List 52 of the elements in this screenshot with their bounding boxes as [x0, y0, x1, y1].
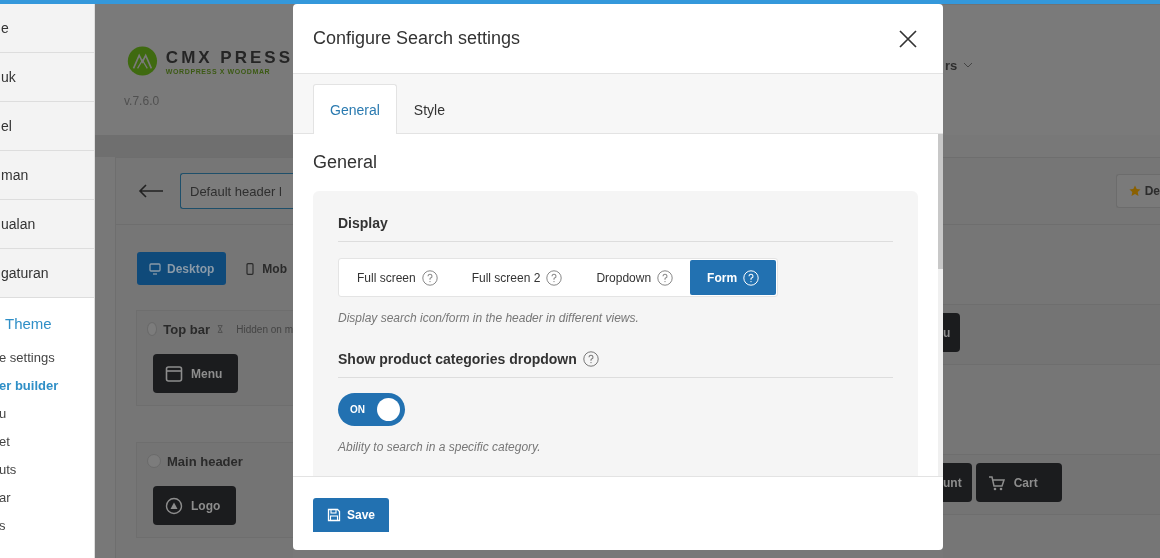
help-icon	[743, 269, 760, 286]
submenu-item[interactable]: ar	[0, 488, 94, 516]
logo-text: CMX PRESS	[165, 47, 293, 68]
submenu-item[interactable]: u	[0, 404, 94, 432]
help-icon	[546, 269, 563, 286]
header-element-button[interactable]: u	[943, 313, 961, 352]
chevron-down-icon	[963, 62, 974, 68]
toggle-switch[interactable]: ON	[338, 393, 405, 426]
header-element-button[interactable]: Menu	[153, 354, 239, 393]
header-element-button[interactable]: Logo	[153, 486, 237, 525]
submenu-title: Theme	[5, 315, 53, 332]
section-heading: General	[313, 152, 379, 173]
header-element-button[interactable]: unt	[943, 463, 972, 502]
back-arrow-icon[interactable]	[138, 184, 164, 198]
hourglass-icon	[216, 323, 225, 335]
display-mode-option[interactable]: Full screen	[340, 260, 455, 295]
help-icon	[421, 269, 438, 286]
field-description: Display search icon/form in the header in different views.	[338, 311, 640, 325]
menu-item[interactable]: el	[0, 102, 94, 151]
cart-icon	[987, 473, 1006, 492]
submenu-item[interactable]: et	[0, 432, 94, 460]
close-icon[interactable]	[897, 27, 919, 50]
submenu-item[interactable]: e settings	[0, 348, 94, 376]
submenu-item[interactable]: s	[0, 516, 94, 544]
dialog-tab[interactable]: General	[313, 84, 397, 134]
menu-item[interactable]: ualan	[0, 200, 94, 249]
display-mode-option[interactable]: Form	[690, 260, 777, 295]
help-icon	[657, 269, 674, 286]
display-mode-option[interactable]: Full screen 2	[454, 260, 580, 295]
menu-item[interactable]: e	[0, 4, 94, 53]
submenu-item[interactable]: uts	[0, 460, 94, 488]
field-description: Ability to search in a specific category.	[338, 440, 542, 454]
display-mode-option[interactable]: Dropdown	[579, 260, 691, 295]
dialog-title: Configure Search settings	[313, 28, 521, 49]
dialog-tab[interactable]: Style	[396, 84, 462, 134]
submenu-item[interactable]: er builder	[0, 376, 94, 404]
scrollbar-thumb[interactable]	[938, 134, 943, 269]
row-title: Main header	[167, 453, 243, 469]
field-label: Show product categories dropdown	[338, 351, 577, 367]
menu-item[interactable]: uk	[0, 53, 94, 102]
header-element-button[interactable]: Cart	[975, 463, 1062, 502]
row-title: Top bar	[163, 321, 210, 337]
circle-icon	[165, 496, 183, 515]
save-button[interactable]: Save	[313, 498, 390, 532]
monitor-icon	[149, 262, 161, 275]
window-icon	[165, 364, 183, 383]
star-icon	[1128, 185, 1141, 197]
menu-item[interactable]: man	[0, 151, 94, 200]
phone-icon	[244, 262, 257, 275]
menu-item[interactable]: gaturan	[0, 249, 94, 298]
help-icon	[582, 351, 599, 367]
field-label: Display	[338, 215, 388, 231]
